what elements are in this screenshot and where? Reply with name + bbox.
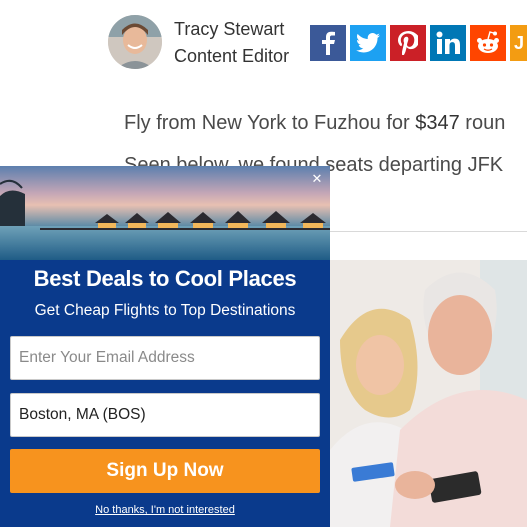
sign-up-button[interactable]: Sign Up Now bbox=[10, 449, 320, 493]
divider bbox=[330, 231, 527, 232]
reddit-share-button[interactable] bbox=[470, 25, 506, 61]
popup-subheadline: Get Cheap Flights to Top Destinations bbox=[34, 302, 296, 319]
partial-icon: J bbox=[514, 32, 525, 53]
twitter-icon bbox=[356, 33, 380, 53]
reddit-icon bbox=[475, 31, 501, 55]
signup-popup: ✕ Best Deals to Cool Places Get Cheap Fl… bbox=[0, 166, 330, 527]
pinterest-icon bbox=[398, 31, 418, 55]
popup-headline: Best Deals to Cool Places bbox=[33, 266, 297, 291]
pinterest-share-button[interactable] bbox=[390, 25, 426, 61]
twitter-share-button[interactable] bbox=[350, 25, 386, 61]
facebook-share-button[interactable] bbox=[310, 25, 346, 61]
resort-image bbox=[0, 166, 330, 260]
article-lead: Fly from New York to Fuzhou for $347 rou… bbox=[124, 112, 506, 134]
couple-photo bbox=[330, 260, 527, 527]
email-field[interactable] bbox=[10, 336, 320, 380]
linkedin-share-button[interactable] bbox=[430, 25, 466, 61]
linkedin-icon bbox=[436, 31, 460, 55]
facebook-icon bbox=[318, 31, 338, 55]
more-share-button[interactable]: J bbox=[510, 25, 527, 61]
decline-link[interactable]: No thanks, I'm not interested bbox=[0, 504, 330, 516]
origin-airport-field[interactable] bbox=[10, 393, 320, 437]
author-name: Tracy Stewart bbox=[174, 19, 285, 39]
author-avatar bbox=[108, 15, 162, 69]
close-icon[interactable]: ✕ bbox=[309, 171, 325, 187]
author-role: Content Editor bbox=[174, 46, 290, 66]
price-highlight: $347 bbox=[415, 112, 460, 134]
